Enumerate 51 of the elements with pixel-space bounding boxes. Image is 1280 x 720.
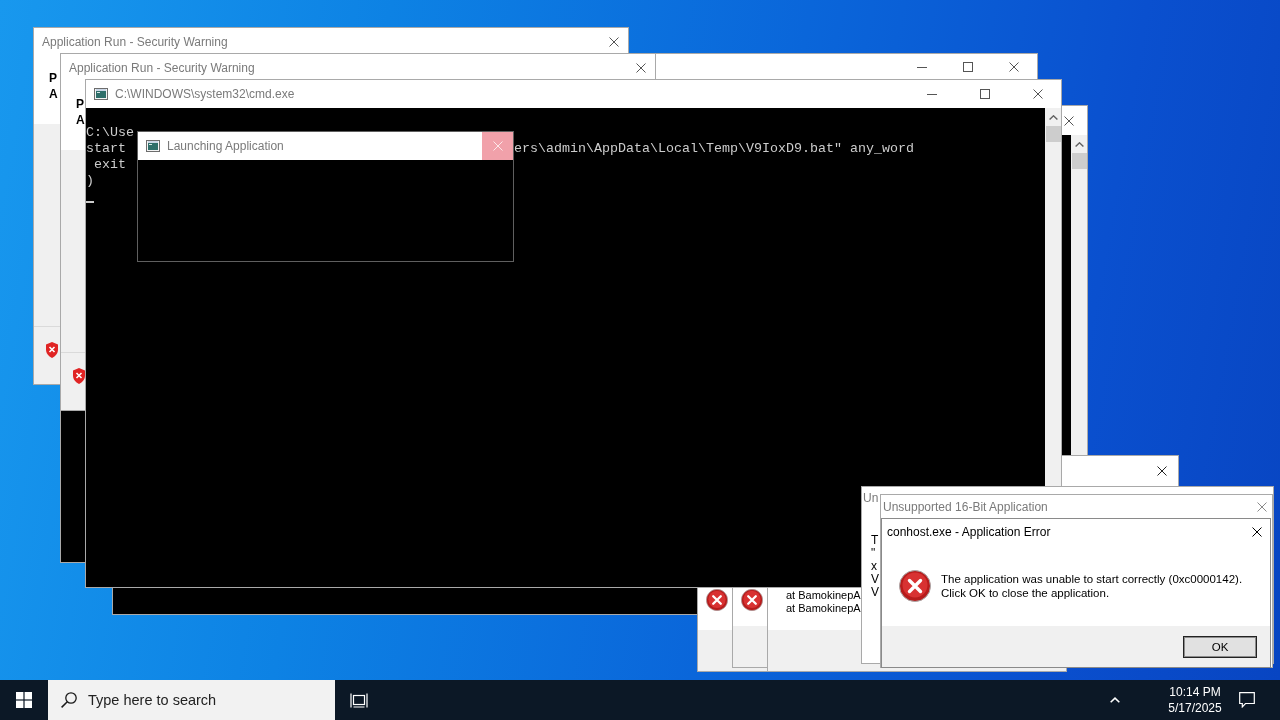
- close-icon[interactable]: [1157, 466, 1167, 476]
- window-title: conhost.exe - Application Error: [887, 524, 1051, 540]
- dialog-text: x: [871, 560, 877, 573]
- close-icon: [492, 141, 503, 151]
- notification-icon[interactable]: [1239, 692, 1255, 708]
- window-title: Launching Application: [167, 138, 284, 154]
- dialog-text: V: [871, 586, 879, 599]
- close-icon[interactable]: [1252, 527, 1262, 537]
- task-view-icon[interactable]: [350, 692, 368, 708]
- window-title: Unsupported 16-Bit Application: [883, 498, 1048, 515]
- dialog-text: P: [49, 70, 57, 86]
- dialog-text: ": [871, 547, 876, 560]
- error-icon: [899, 569, 931, 602]
- close-icon[interactable]: [1033, 89, 1043, 99]
- close-icon[interactable]: [1064, 115, 1074, 126]
- scrollbar-thumb[interactable]: [1045, 126, 1061, 142]
- close-icon[interactable]: [609, 36, 619, 47]
- maximize-icon[interactable]: [980, 89, 990, 99]
- console-text: ): [86, 173, 94, 189]
- console-app-icon: [94, 88, 108, 100]
- console-text: ers\admin\AppData\Local\Temp\V9IoxD9.bat" any_word: [514, 141, 914, 157]
- minimize-icon[interactable]: [927, 93, 937, 95]
- maximize-icon[interactable]: [963, 62, 973, 72]
- dialog-text: V: [871, 573, 879, 586]
- console-text: start: [86, 141, 126, 157]
- window-title: Application Run - Security Warning: [69, 59, 255, 76]
- window-title: C:\WINDOWS\system32\cmd.exe: [115, 86, 295, 102]
- shield-icon: [46, 342, 58, 358]
- clock-date: 5/17/2025: [1168, 700, 1222, 716]
- dialog-text: A: [49, 86, 58, 102]
- dialog-text: P: [76, 96, 84, 112]
- console-text: C:\Use: [86, 125, 134, 141]
- ok-button[interactable]: OK: [1183, 635, 1257, 658]
- console-app-icon: [146, 140, 160, 152]
- console-text: exit: [93, 157, 126, 173]
- window-title: Un: [863, 490, 879, 506]
- clock-time: 10:14 PM: [1169, 684, 1221, 700]
- minimize-icon[interactable]: [917, 66, 927, 68]
- dialog-text: T: [871, 534, 879, 547]
- dialog-text: A: [76, 112, 85, 128]
- error-message: The application was unable to start correctly (0xc0000142). Click OK to close the application.: [941, 571, 1243, 600]
- close-icon[interactable]: [636, 62, 646, 73]
- close-icon[interactable]: [1009, 62, 1019, 72]
- windows-logo-icon[interactable]: [16, 692, 32, 708]
- dialog-text: at BamokinepA: [786, 589, 861, 602]
- window-title: Application Run - Security Warning: [42, 33, 228, 50]
- search-icon: [61, 692, 77, 708]
- dialog-text: at BamokinepA: [786, 602, 861, 615]
- scrollbar-thumb[interactable]: [1071, 153, 1087, 169]
- text-cursor-icon: [86, 201, 94, 203]
- search-field[interactable]: Type here to search: [48, 680, 335, 720]
